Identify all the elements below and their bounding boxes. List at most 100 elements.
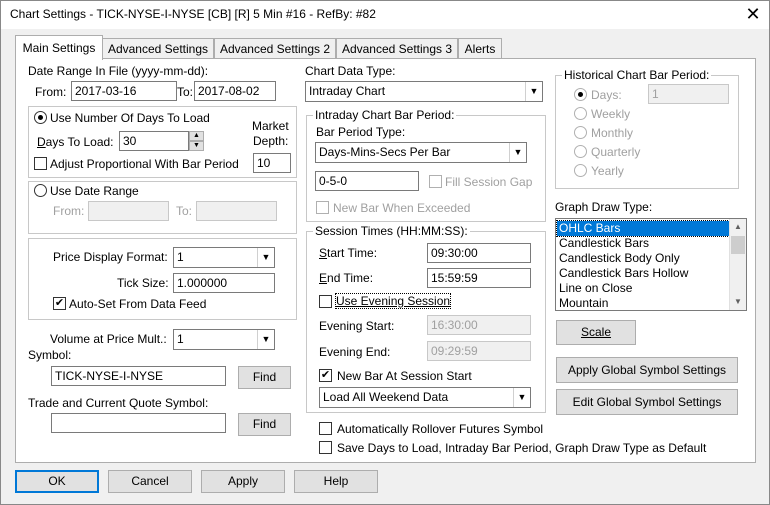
new-bar-exceeded-checkbox[interactable] [316, 201, 329, 214]
historical-quarterly-radio[interactable] [574, 145, 587, 158]
chevron-down-icon: ▼ [513, 388, 530, 407]
scrollbar-thumb[interactable] [731, 236, 745, 254]
evening-end-field[interactable]: 09:29:59 [427, 341, 531, 361]
days-to-load-field[interactable]: 30 [119, 131, 189, 151]
range-from-field[interactable] [88, 201, 169, 221]
scale-button[interactable]: Scale [556, 320, 636, 345]
days-spin-up-icon[interactable]: ▲ [189, 131, 204, 141]
from-date-field[interactable]: 2017-03-16 [71, 81, 177, 101]
list-item[interactable]: Candlestick Body Only [557, 251, 680, 266]
intraday-period-label: Intraday Chart Bar Period: [313, 108, 457, 122]
market-depth-field[interactable]: 10 [253, 153, 291, 173]
historical-yearly-label: Yearly [591, 164, 624, 178]
adjust-proportional-checkbox[interactable] [34, 157, 47, 170]
autoset-label: Auto-Set From Data Feed [69, 297, 207, 311]
to-date-field[interactable]: 2017-08-02 [194, 81, 276, 101]
use-date-range-radio[interactable] [34, 184, 47, 197]
scroll-up-icon[interactable]: ▲ [730, 219, 746, 235]
chevron-down-icon: ▼ [257, 248, 274, 267]
use-evening-session-text: Use Evening Session [336, 294, 451, 308]
range-to-label: To: [176, 204, 193, 218]
evening-end-label: Evening End: [319, 345, 391, 359]
fill-session-gap-label: Fill Session Gap [445, 175, 533, 189]
volume-mult-select[interactable]: 1 ▼ [173, 329, 275, 350]
tab-advanced-settings[interactable]: Advanced Settings [102, 38, 214, 59]
symbol-field[interactable]: TICK-NYSE-I-NYSE [51, 366, 226, 386]
bar-period-type-select[interactable]: Days-Mins-Secs Per Bar ▼ [315, 142, 527, 163]
trade-symbol-find-button[interactable]: Find [238, 413, 291, 436]
chevron-down-icon: ▼ [525, 82, 542, 101]
edit-global-settings-button[interactable]: Edit Global Symbol Settings [556, 389, 738, 415]
bar-period-value-field[interactable]: 0-5-0 [315, 171, 419, 191]
bar-period-type-value: Days-Mins-Secs Per Bar [319, 145, 451, 159]
historical-monthly-label: Monthly [591, 126, 634, 140]
use-evening-session-checkbox[interactable] [319, 295, 332, 308]
rollover-checkbox[interactable] [319, 422, 332, 435]
use-evening-session-label: Use Evening Session [334, 293, 452, 309]
tab-advanced-settings-2[interactable]: Advanced Settings 2 [214, 38, 336, 59]
trade-symbol-label: Trade and Current Quote Symbol: [28, 396, 209, 410]
help-button[interactable]: Help [294, 470, 378, 493]
end-time-label: End Time: [319, 271, 374, 285]
weekend-data-value: Load All Weekend Data [323, 390, 449, 404]
list-item[interactable]: Line on Close [557, 281, 632, 296]
days-to-load-label: Days To Load: [37, 135, 114, 149]
apply-button[interactable]: Apply [201, 470, 285, 493]
close-icon[interactable]: ✕ [741, 4, 765, 24]
historical-days-field[interactable]: 1 [648, 84, 729, 104]
tab-advanced-settings-3[interactable]: Advanced Settings 3 [336, 38, 458, 59]
market-depth-label: Market [252, 119, 289, 133]
use-days-radio[interactable] [34, 111, 47, 124]
list-scrollbar[interactable]: ▲ ▼ [729, 219, 746, 310]
scroll-down-icon[interactable]: ▼ [730, 294, 746, 310]
historical-quarterly-label: Quarterly [591, 145, 641, 159]
volume-mult-label: Volume at Price Mult.: [50, 332, 167, 346]
tab-alerts[interactable]: Alerts [458, 38, 502, 59]
start-time-field[interactable]: 09:30:00 [427, 243, 531, 263]
tick-size-field[interactable]: 1.000000 [173, 273, 275, 293]
historical-yearly-radio[interactable] [574, 164, 587, 177]
start-time-label: Start Time: [319, 246, 378, 260]
cancel-button[interactable]: Cancel [108, 470, 192, 493]
list-item[interactable]: Candlestick Bars [557, 236, 649, 251]
graph-draw-type-label: Graph Draw Type: [555, 200, 653, 214]
chevron-down-icon: ▼ [509, 143, 526, 162]
list-item[interactable]: Mountain [557, 296, 608, 310]
symbol-find-button[interactable]: Find [238, 366, 291, 389]
historical-days-label: Days: [591, 88, 622, 102]
price-format-value: 1 [177, 250, 184, 264]
adjust-proportional-label: Adjust Proportional With Bar Period [50, 157, 239, 171]
end-time-field[interactable]: 15:59:59 [427, 268, 531, 288]
scale-button-label: Scale [580, 325, 612, 339]
price-format-label: Price Display Format: [53, 250, 168, 264]
historical-monthly-radio[interactable] [574, 126, 587, 139]
apply-global-settings-button[interactable]: Apply Global Symbol Settings [556, 357, 738, 383]
historical-weekly-radio[interactable] [574, 107, 587, 120]
session-times-label: Session Times (HH:MM:SS): [313, 224, 470, 238]
bar-period-type-label: Bar Period Type: [316, 125, 406, 139]
fill-session-gap-checkbox[interactable] [429, 175, 442, 188]
price-format-select[interactable]: 1 ▼ [173, 247, 275, 268]
new-bar-session-start-label: New Bar At Session Start [337, 369, 472, 383]
autoset-checkbox[interactable]: ✔ [53, 297, 66, 310]
evening-start-field[interactable]: 16:30:00 [427, 315, 531, 335]
weekend-data-select[interactable]: Load All Weekend Data ▼ [319, 387, 531, 408]
tab-main-settings[interactable]: Main Settings [15, 35, 103, 60]
list-item[interactable]: Candlestick Bars Hollow [557, 266, 688, 281]
chart-data-type-select[interactable]: Intraday Chart ▼ [305, 81, 543, 102]
range-to-field[interactable] [196, 201, 277, 221]
chart-settings-window: Chart Settings - TICK-NYSE-I-NYSE [CB] [… [0, 0, 770, 505]
trade-symbol-field[interactable] [51, 413, 226, 433]
new-bar-session-start-checkbox[interactable]: ✔ [319, 369, 332, 382]
graph-draw-type-list[interactable]: OHLC Bars Candlestick Bars Candlestick B… [555, 218, 747, 311]
rollover-label: Automatically Rollover Futures Symbol [337, 422, 544, 436]
ok-button[interactable]: OK [15, 470, 99, 493]
evening-start-label: Evening Start: [319, 319, 395, 333]
save-default-checkbox[interactable] [319, 441, 332, 454]
days-spin-down-icon[interactable]: ▼ [189, 141, 204, 151]
list-item[interactable]: OHLC Bars [556, 220, 730, 237]
historical-days-radio[interactable] [574, 88, 587, 101]
historical-weekly-label: Weekly [591, 107, 631, 121]
range-from-label: From: [53, 204, 85, 218]
new-bar-exceeded-label: New Bar When Exceeded [333, 201, 471, 215]
